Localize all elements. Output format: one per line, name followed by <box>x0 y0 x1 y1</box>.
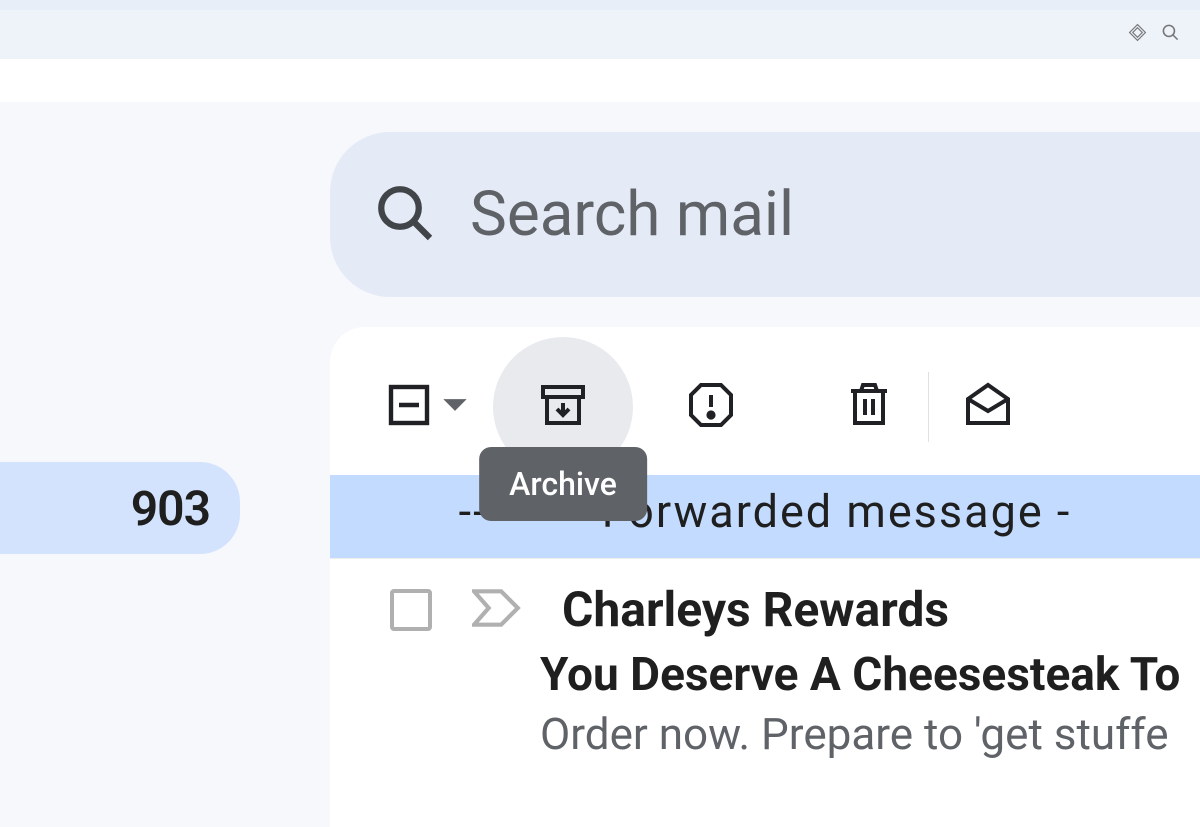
row-header: Charleys Rewards <box>390 581 1200 638</box>
mail-open-icon <box>964 381 1012 433</box>
search-icon <box>375 183 435 247</box>
select-all-control[interactable] <box>385 381 469 433</box>
row-checkbox[interactable] <box>390 589 432 631</box>
panel-wrap: Archive <box>330 327 1200 827</box>
trash-icon <box>845 381 893 433</box>
top-strip <box>0 0 1200 10</box>
mail-panel: Archive <box>330 327 1200 827</box>
browser-extension-bar <box>0 10 1200 60</box>
toolbar-divider <box>928 372 929 442</box>
email-snippet: Order now. Prepare to 'get stuffe <box>540 708 1200 760</box>
email-subject: You Deserve A Cheesesteak To <box>540 648 1200 702</box>
tooltip: Archive <box>479 447 647 521</box>
action-toolbar: Archive <box>330 357 1200 457</box>
zoom-icon[interactable] <box>1161 23 1180 46</box>
app-content: 903 Search mail <box>0 102 1200 800</box>
archive-button[interactable]: Archive <box>493 337 633 477</box>
important-icon[interactable] <box>472 588 522 632</box>
select-partial-icon <box>385 381 433 433</box>
white-gap <box>0 60 1200 102</box>
search-bar[interactable]: Search mail <box>330 132 1200 297</box>
caret-down-icon <box>441 396 469 418</box>
delete-button[interactable] <box>834 372 904 442</box>
search-placeholder: Search mail <box>470 178 794 251</box>
extension-icon[interactable] <box>1128 23 1147 46</box>
mark-read-button[interactable] <box>953 372 1023 442</box>
email-row[interactable]: Charleys Rewards You Deserve A Cheeseste… <box>330 558 1200 800</box>
forwarded-snippet: --------- Forwarded message - <box>330 485 1200 538</box>
report-spam-button[interactable] <box>676 372 746 442</box>
search-bar-wrap: Search mail <box>330 132 1200 297</box>
main-column: Search mail <box>330 102 1200 800</box>
archive-icon <box>539 381 587 433</box>
selected-email-row[interactable]: --------- Forwarded message - <box>330 475 1200 558</box>
sidebar-item-selected[interactable]: 903 <box>0 462 240 554</box>
spam-icon <box>687 381 735 433</box>
sidebar: 903 <box>0 102 330 800</box>
unread-count: 903 <box>131 480 210 537</box>
sender-name: Charleys Rewards <box>562 581 949 638</box>
